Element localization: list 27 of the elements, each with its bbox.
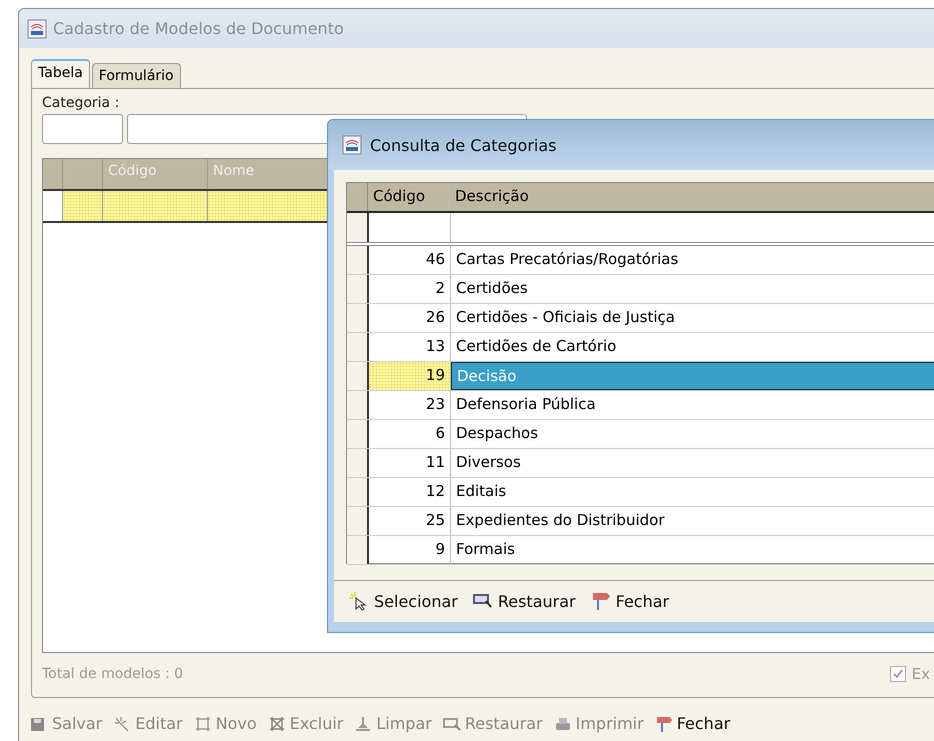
table-cell: Defensoria Pública: [451, 391, 934, 419]
table-cell: Expedientes do Distribuidor: [451, 507, 934, 535]
table-cell: Cartas Precatórias/Rogatórias: [451, 246, 934, 274]
dialog-title: Consulta de Categorias: [370, 136, 556, 154]
table-cell: 12: [369, 478, 451, 506]
table-cell: Diversos: [451, 449, 934, 477]
table-cell: Decisão: [451, 362, 934, 390]
table-cell: 13: [369, 333, 451, 361]
category-label: Categoria :: [42, 95, 120, 111]
table-cell: Despachos: [451, 420, 934, 448]
table-cell: Certidões: [451, 275, 934, 303]
table-cell: Formais: [451, 536, 934, 564]
table-cell: 6: [369, 420, 451, 448]
table-cell: 25: [369, 507, 451, 535]
table-cell: Certidões de Cartório: [451, 333, 934, 361]
window-title: Cadastro de Modelos de Documento: [53, 19, 344, 38]
table-cell: 26: [369, 304, 451, 332]
checkbox-label: Ex: [912, 665, 930, 683]
table-cell: 2: [369, 275, 451, 303]
table-cell: Editais: [451, 478, 934, 506]
table-cell: 46: [369, 246, 451, 274]
table-cell: 9: [369, 536, 451, 564]
table-cell: 23: [369, 391, 451, 419]
table-cell: 11: [369, 449, 451, 477]
total-label: Total de modelos : 0: [42, 666, 184, 682]
table-cell: Certidões - Oficiais de Justiça: [451, 304, 934, 332]
table-cell: 19: [369, 362, 451, 390]
